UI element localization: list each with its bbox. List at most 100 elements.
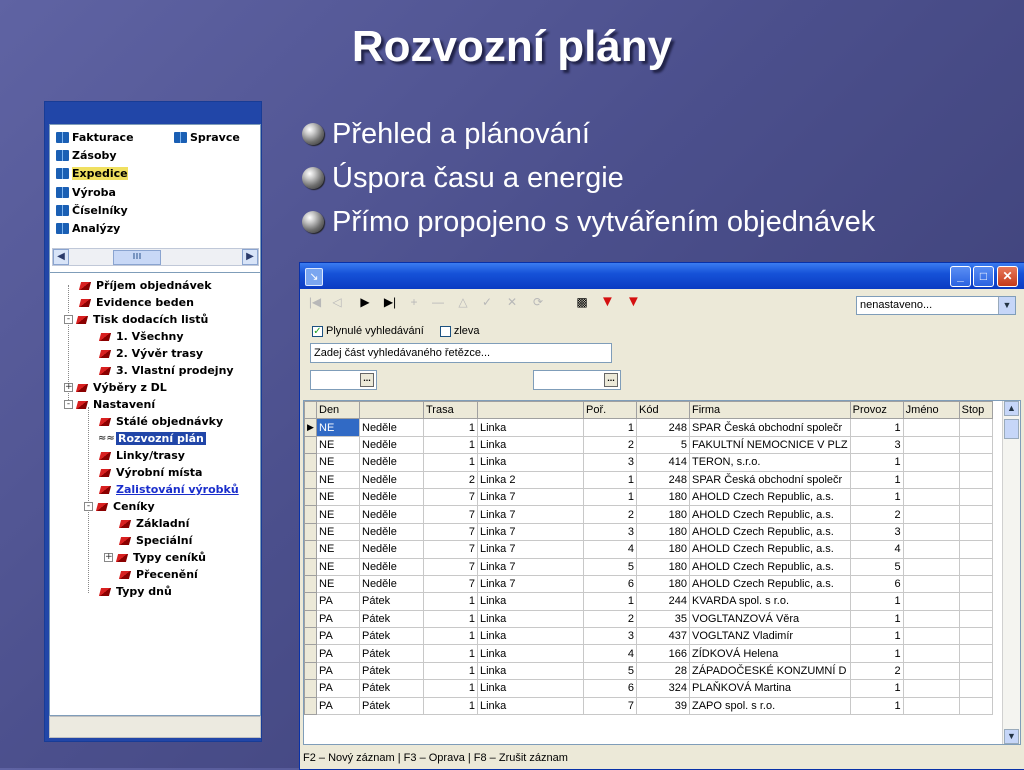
table-cell[interactable]	[958, 557, 993, 576]
table-cell[interactable]: 1	[423, 592, 478, 611]
table-cell[interactable]: 6	[583, 574, 637, 594]
table-cell[interactable]	[958, 453, 993, 472]
left-search-checkbox[interactable]: ✓	[439, 325, 451, 337]
table-cell[interactable]: 7	[423, 540, 478, 559]
table-cell[interactable]	[958, 661, 993, 681]
tree-node[interactable]: 2. Vývěr trasy	[98, 345, 203, 362]
row-indicator[interactable]	[304, 557, 317, 576]
table-cell[interactable]	[902, 505, 960, 524]
table-cell[interactable]	[902, 679, 960, 698]
scroll-right-icon[interactable]: ▶	[242, 249, 258, 265]
table-cell[interactable]: SPAR Česká obchodní společr	[689, 418, 851, 437]
scroll-up-icon[interactable]: ▲	[1004, 401, 1019, 416]
table-cell[interactable]: NE	[316, 505, 360, 524]
row-indicator[interactable]	[304, 522, 317, 542]
row-indicator[interactable]	[304, 609, 317, 629]
tree-node[interactable]: Základní	[118, 515, 189, 532]
table-row[interactable]: PA Pátek 1 Linka 2 35 VOGLTANZOVÁ Věra 1	[304, 609, 993, 629]
table-cell[interactable]: 1	[423, 609, 478, 629]
table-row[interactable]: NE Neděle 7 Linka 7 4 180 AHOLD Czech Republic…	[304, 540, 993, 559]
delete-icon[interactable]: —	[431, 295, 445, 309]
tree-node-selected[interactable]: ≈≈ Rozvozní plán	[98, 430, 206, 447]
table-row[interactable]: ▶ NE Neděle 1 Linka 1 248 SPAR Česká obchodní s…	[304, 418, 993, 437]
table-cell[interactable]: 5	[849, 557, 904, 576]
table-cell[interactable]: 6	[583, 679, 637, 698]
scroll-thumb[interactable]	[1004, 419, 1019, 439]
table-cell[interactable]	[958, 574, 993, 594]
table-cell[interactable]	[958, 644, 993, 663]
table-cell[interactable]	[958, 435, 993, 455]
table-cell[interactable]: 2	[849, 661, 904, 681]
table-cell[interactable]	[958, 696, 993, 716]
table-cell[interactable]: Linka	[477, 627, 584, 646]
edit-icon[interactable]: △	[456, 295, 470, 309]
table-cell[interactable]: NE	[316, 522, 360, 542]
column-header[interactable]	[477, 401, 584, 420]
table-cell[interactable]: Linka	[477, 679, 584, 698]
row-indicator[interactable]	[304, 435, 317, 455]
table-cell[interactable]: AHOLD Czech Republic, a.s.	[689, 505, 851, 524]
table-cell[interactable]: 180	[636, 557, 690, 576]
tree-node[interactable]: Evidence beden	[78, 294, 194, 311]
table-cell[interactable]: 3	[583, 627, 637, 646]
module-item-fakturace[interactable]: Fakturace	[56, 129, 134, 145]
table-cell[interactable]: 1	[423, 661, 478, 681]
column-header[interactable]: Poř.	[583, 401, 637, 420]
table-cell[interactable]: 1	[849, 418, 904, 437]
table-cell[interactable]: 1	[423, 679, 478, 698]
table-row[interactable]: PA Pátek 1 Linka 5 28 ZÁPADOČESKÉ KONZUMNÍ D2	[304, 661, 993, 681]
table-cell[interactable]: 180	[636, 522, 690, 542]
table-cell[interactable]	[902, 644, 960, 663]
table-row[interactable]: PA Pátek 1 Linka 4 166 ZÍDKOVÁ Helena 1	[304, 644, 993, 663]
search-input[interactable]: Zadej část vyhledávaného řetězce...	[310, 343, 612, 363]
tree-node[interactable]: - Nastavení	[64, 396, 155, 413]
export-icon[interactable]: ▩	[575, 295, 589, 309]
column-header[interactable]: Den	[316, 401, 360, 420]
table-cell[interactable]: 1	[849, 470, 904, 489]
table-cell[interactable]: NE	[316, 487, 360, 507]
table-cell[interactable]: 4	[583, 540, 637, 559]
scroll-down-icon[interactable]: ▼	[1004, 729, 1019, 744]
table-cell[interactable]: 1	[583, 470, 637, 489]
table-cell[interactable]: 4	[583, 644, 637, 663]
tree-node[interactable]: + Typy ceníků	[104, 549, 206, 566]
row-indicator[interactable]	[304, 487, 317, 507]
table-cell[interactable]: PA	[316, 609, 360, 629]
grid-vertical-scrollbar[interactable]: ▲ ▼	[1002, 401, 1020, 744]
table-cell[interactable]: 1	[849, 609, 904, 629]
tree-node[interactable]: Příjem objednávek	[78, 277, 212, 294]
table-cell[interactable]: 4	[849, 540, 904, 559]
table-cell[interactable]: Neděle	[359, 418, 424, 437]
table-cell[interactable]: Linka 7	[477, 522, 584, 542]
table-cell[interactable]	[902, 609, 960, 629]
tree-node[interactable]: Výrobní místa	[98, 464, 202, 481]
tree-node[interactable]: - Tisk dodacích listů	[64, 311, 208, 328]
table-cell[interactable]: 2	[423, 470, 478, 489]
chevron-down-icon[interactable]: ▼	[998, 297, 1015, 314]
table-cell[interactable]	[902, 487, 960, 507]
table-cell[interactable]: 7	[423, 557, 478, 576]
table-row[interactable]: NE Neděle 1 Linka 2 5 FAKULTNÍ NEMOCNICE V PLZ…	[304, 435, 993, 455]
table-cell[interactable]: 1	[583, 487, 637, 507]
row-indicator[interactable]	[304, 470, 317, 489]
table-row[interactable]: PA Pátek 1 Linka 1 244 KVARDA spol. s r.o. 1	[304, 592, 993, 611]
table-cell[interactable]: NE	[316, 540, 360, 559]
table-cell[interactable]: 437	[636, 627, 690, 646]
table-cell[interactable]: Linka 7	[477, 487, 584, 507]
cancel-icon[interactable]: ✕	[505, 295, 519, 309]
tree-node[interactable]: + Výběry z DL	[64, 379, 167, 396]
filter-icon[interactable]: ▼	[600, 294, 615, 309]
table-cell[interactable]: 3	[583, 522, 637, 542]
table-cell[interactable]: 166	[636, 644, 690, 663]
confirm-icon[interactable]: ✓	[480, 295, 494, 309]
table-cell[interactable]	[902, 453, 960, 472]
column-header[interactable]: Trasa	[423, 401, 478, 420]
table-cell[interactable]: 1	[849, 696, 904, 716]
table-row[interactable]: PA Pátek 1 Linka 6 324 PLAŇKOVÁ Martina 1	[304, 679, 993, 698]
table-cell[interactable]: AHOLD Czech Republic, a.s.	[689, 574, 851, 594]
column-header[interactable]: Provoz	[849, 401, 904, 420]
table-cell[interactable]: PLAŇKOVÁ Martina	[689, 679, 851, 698]
module-item-expedice[interactable]: Expedice	[56, 165, 128, 181]
table-cell[interactable]: Neděle	[359, 522, 424, 542]
table-cell[interactable]: TERON, s.r.o.	[689, 453, 851, 472]
